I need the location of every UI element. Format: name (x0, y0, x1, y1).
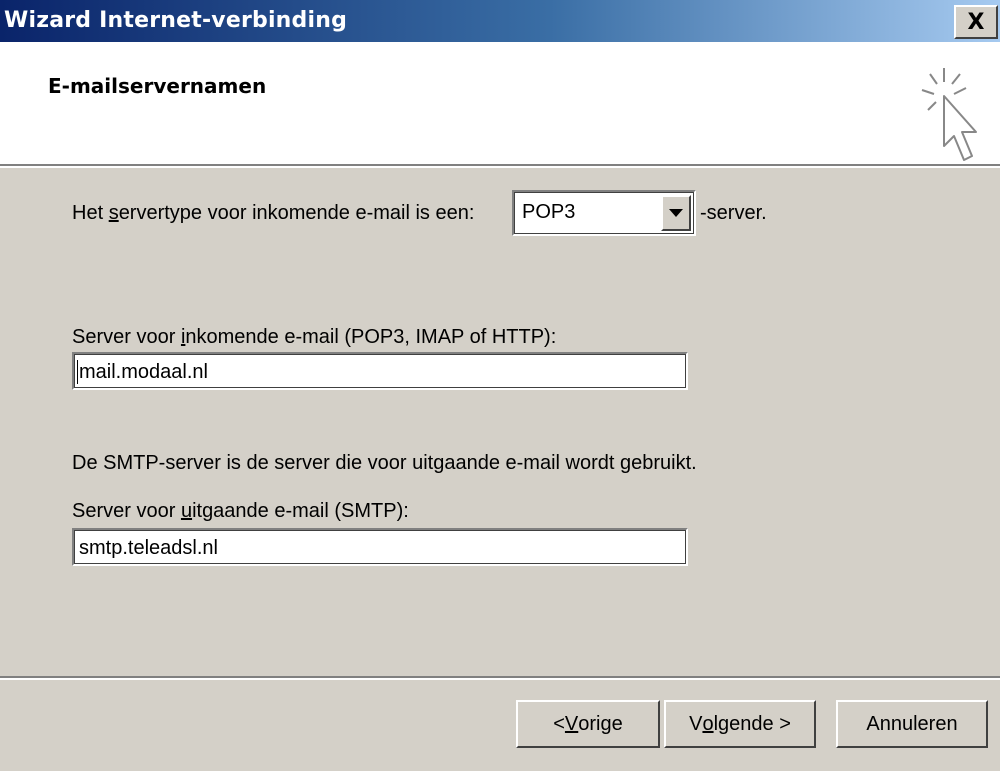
wizard-header: E-mailservernamen (0, 42, 1000, 166)
next-button[interactable]: Vo lgende > (664, 700, 816, 748)
incoming-server-input[interactable]: mail.modaal.nl (72, 352, 688, 390)
wizard-cursor-sparkle-icon (921, 68, 977, 161)
chevron-down-icon (669, 209, 683, 217)
footer-separator (0, 676, 1000, 680)
close-icon: X (967, 9, 985, 35)
server-type-dropdown[interactable]: POP3 (512, 190, 696, 236)
incoming-server-value: mail.modaal.nl (79, 361, 208, 383)
close-button[interactable]: X (954, 5, 998, 39)
outgoing-server-label: Server voor uitgaande e-mail (SMTP): (72, 500, 409, 522)
dropdown-arrow-button[interactable] (661, 195, 691, 231)
server-suffix-label: -server. (700, 202, 767, 224)
cancel-button[interactable]: Annuleren (836, 700, 988, 748)
wizard-window: Wizard Internet-verbinding X E-mailserve… (0, 0, 1000, 771)
page-title: E-mailservernamen (48, 74, 267, 98)
back-button[interactable]: < Vorige (516, 700, 660, 748)
outgoing-server-input[interactable]: smtp.teleadsl.nl (72, 528, 688, 566)
title-bar[interactable]: Wizard Internet-verbinding X (0, 0, 1000, 42)
smtp-description: De SMTP-server is de server die voor uit… (72, 452, 697, 474)
text-caret (77, 360, 78, 384)
outgoing-server-value: smtp.teleadsl.nl (79, 537, 218, 559)
server-type-value: POP3 (522, 201, 576, 223)
server-type-label: Het servertype voor inkomende e-mail is … (72, 202, 475, 224)
window-title: Wizard Internet-verbinding (4, 8, 348, 33)
incoming-server-label: Server voor inkomende e-mail (POP3, IMAP… (72, 326, 557, 348)
